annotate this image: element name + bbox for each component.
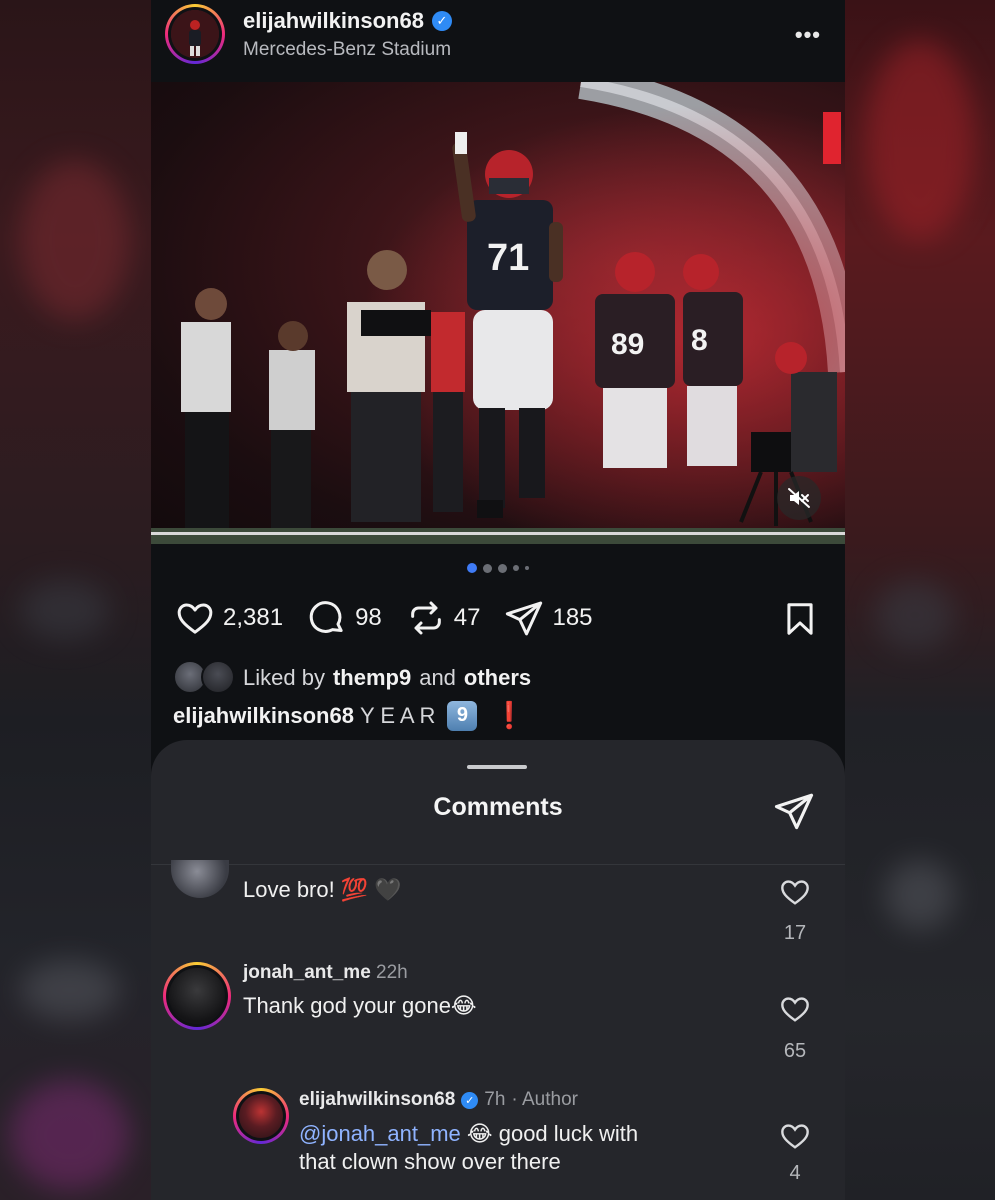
comment-item: jonah_ant_me 22h Thank god your gone😂 65: [151, 958, 845, 1062]
comment-username-text[interactable]: jonah_ant_me: [243, 962, 371, 983]
teammate-number-8: 8: [691, 324, 708, 357]
comment-like-count: 17: [783, 922, 807, 944]
comment-like-count: 65: [783, 1040, 807, 1062]
caption-text: Y E A R: [359, 702, 436, 728]
like-action[interactable]: 2,381: [175, 598, 283, 638]
comment-item: Love bro! 💯 🖤 17: [151, 860, 845, 956]
jersey-number: 71: [487, 237, 529, 279]
comment-text: @jonah_ant_me 😂 good luck with that clow…: [299, 1120, 739, 1176]
liker-avatars: [173, 660, 235, 696]
comment-text: Love bro! 💯 🖤: [243, 877, 402, 902]
comment-mention[interactable]: @jonah_ant_me: [299, 1121, 461, 1146]
avatar: [171, 10, 219, 58]
comment-count[interactable]: 98: [355, 604, 382, 632]
carousel-dot: [483, 563, 492, 573]
carousel-dot: [513, 565, 519, 571]
author-tag: · Author: [511, 1089, 578, 1110]
caption-username[interactable]: elijahwilkinson68: [173, 703, 354, 729]
username-text[interactable]: elijahwilkinson68: [243, 8, 424, 34]
speaker-muted-icon: [788, 488, 810, 508]
heart-icon[interactable]: [175, 598, 215, 638]
comment-like-count: 4: [789, 1162, 801, 1184]
comment-text-line1: 😂 good luck with: [466, 1121, 639, 1146]
teammate-number-89: 89: [611, 328, 644, 361]
mute-button[interactable]: [777, 476, 821, 520]
post-photo[interactable]: 71 89 8: [151, 82, 845, 544]
carousel-dot: [525, 566, 529, 570]
repost-icon[interactable]: [406, 598, 446, 638]
comments-title: Comments: [433, 793, 563, 821]
avatar[interactable]: [171, 860, 229, 898]
comment-action[interactable]: 98: [307, 598, 382, 638]
avatar: [169, 968, 225, 1024]
comment-time: 7h: [484, 1089, 506, 1110]
send-icon[interactable]: [773, 790, 815, 832]
heart-icon[interactable]: [779, 1120, 811, 1152]
story-avatar[interactable]: [165, 4, 225, 64]
more-options-icon[interactable]: •••: [795, 22, 821, 48]
blurred-background-left: [0, 0, 151, 1200]
liked-by-others[interactable]: others: [464, 665, 531, 691]
avatar: [239, 1094, 283, 1138]
post-caption: elijahwilkinson68 Y E A R 9 ❗: [173, 700, 526, 731]
comment-username[interactable]: elijahwilkinson68 ✓ 7h · Author: [299, 1089, 578, 1111]
story-avatar[interactable]: [233, 1088, 289, 1144]
verified-badge-icon: ✓: [431, 11, 452, 31]
carousel-dot: [498, 563, 507, 573]
heart-icon[interactable]: [779, 876, 811, 908]
blurred-background-right: [845, 0, 995, 1200]
bookmark-icon[interactable]: [781, 599, 819, 639]
send-icon[interactable]: [504, 598, 544, 638]
exclamation-emoji: ❗: [493, 700, 526, 730]
keycap-nine-emoji: 9: [447, 700, 478, 731]
post-screen: elijahwilkinson68 ✓ Mercedes-Benz Stadiu…: [151, 0, 845, 1200]
share-count[interactable]: 185: [552, 604, 592, 632]
heart-icon[interactable]: [779, 993, 811, 1025]
comment-username[interactable]: jonah_ant_me 22h: [243, 962, 408, 984]
verified-badge-icon: ✓: [461, 1091, 479, 1109]
post-header: elijahwilkinson68 ✓ Mercedes-Benz Stadiu…: [151, 0, 845, 82]
post-username[interactable]: elijahwilkinson68 ✓: [243, 8, 452, 34]
liked-by-user[interactable]: themp9: [333, 665, 411, 691]
save-button[interactable]: [781, 599, 819, 644]
comment-username-text[interactable]: elijahwilkinson68: [299, 1089, 455, 1111]
avatar: [201, 660, 235, 694]
comment-text-line2: that clown show over there: [299, 1149, 561, 1174]
comment-time: 22h: [376, 962, 408, 983]
comment-reply: elijahwilkinson68 ✓ 7h · Author @jonah_a…: [151, 1084, 845, 1194]
post-actions: 2,381 98 47 185: [175, 596, 617, 640]
liked-by-conj: and: [419, 665, 456, 690]
comment-bubble-icon[interactable]: [307, 598, 347, 638]
comments-sheet: Comments Love bro! 💯 🖤 17 jonah_ant_me 2…: [151, 740, 845, 1200]
sheet-grabber[interactable]: [467, 765, 527, 769]
liked-by-prefix: Liked by: [243, 665, 325, 690]
comment-text: Thank god your gone😂: [243, 993, 477, 1018]
like-count[interactable]: 2,381: [223, 604, 283, 632]
repost-count[interactable]: 47: [454, 604, 481, 632]
carousel-dot-active: [467, 563, 477, 573]
share-action[interactable]: 185: [504, 598, 593, 638]
share-comments-button[interactable]: [773, 790, 815, 837]
carousel-indicator: [151, 563, 845, 573]
photo-illustration: 71 89 8: [151, 82, 845, 544]
sheet-divider: [151, 864, 845, 865]
story-avatar[interactable]: [163, 962, 231, 1030]
post-location[interactable]: Mercedes-Benz Stadium: [243, 39, 451, 61]
liked-by-row[interactable]: Liked by themp9 and others: [173, 660, 531, 696]
repost-action[interactable]: 47: [406, 598, 481, 638]
